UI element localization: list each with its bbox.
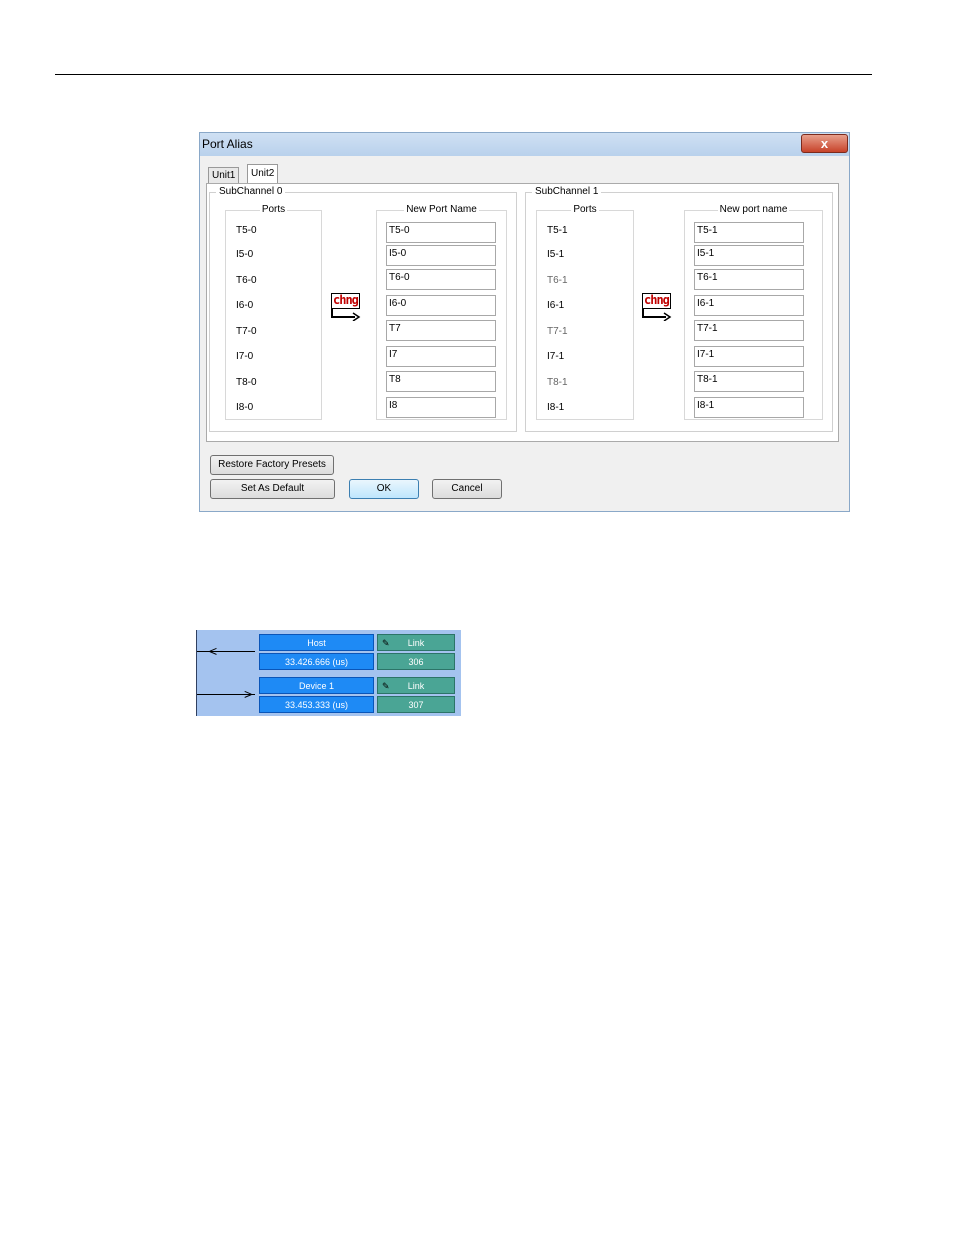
port-name-field[interactable]: T5-1 (694, 222, 804, 243)
close-button[interactable]: x (801, 134, 848, 153)
link-type: Link (407, 681, 425, 691)
port-label: T8-0 (236, 377, 257, 388)
names-list-0: New Port Name T5-0 I5-0 T6-0 I6-0 T7 I7 … (376, 204, 507, 420)
ports-list-0: Ports T5-0 I5-0 T6-0 I6-0 T7-0 I7-0 T8-0… (225, 204, 322, 420)
cancel-button[interactable]: Cancel (432, 479, 502, 499)
port-label: I5-0 (236, 249, 254, 260)
arrow-right-icon (331, 308, 361, 321)
names-list-1: New port name T5-1 I5-1 T6-1 I6-1 T7-1 I… (684, 204, 823, 420)
restore-factory-presets-button[interactable]: Restore Factory Presets (210, 455, 334, 475)
subchannel-0-label: SubChannel 0 (216, 186, 286, 197)
port-label: I7-1 (547, 351, 565, 362)
port-label: T5-1 (547, 225, 568, 236)
set-as-default-button[interactable]: Set As Default (210, 479, 335, 499)
port-name-field[interactable]: T7-1 (694, 320, 804, 341)
dialog-title: Port Alias (202, 137, 253, 151)
port-name-field[interactable]: T8-1 (694, 371, 804, 392)
port-label: T5-0 (236, 225, 257, 236)
subchannel-0-group: SubChannel 0 Ports T5-0 I5-0 T6-0 I6-0 T… (209, 186, 517, 432)
port-name-field[interactable]: I8-1 (694, 397, 804, 418)
port-label: T6-0 (236, 275, 257, 286)
ports-list-1: Ports T5-1 I5-1 T6-1 I6-1 T7-1 I7-1 T8-1… (536, 204, 634, 420)
link-type: Link (407, 638, 425, 648)
ok-button[interactable]: OK (349, 479, 419, 499)
page-top-rule (55, 74, 872, 75)
port-label: T7-0 (236, 326, 257, 337)
port-label: T7-1 (547, 326, 568, 337)
change-button-1[interactable]: chng (642, 293, 676, 323)
tab-unit1[interactable]: Unit1 (208, 167, 240, 183)
port-name-field[interactable]: T8 (386, 371, 496, 392)
device-cell[interactable]: Host (259, 634, 374, 651)
port-label: I6-0 (236, 300, 254, 311)
arrow-right-icon (642, 308, 672, 321)
port-label: I6-1 (547, 300, 565, 311)
port-alias-dialog: Port Alias x Unit1 Unit2 SubChannel 0 Po… (199, 132, 850, 512)
port-label: T8-1 (547, 377, 568, 388)
link-cell[interactable]: ✎ Link (377, 677, 455, 694)
port-label: I8-1 (547, 402, 565, 413)
trace-strip: < > Host 33.426.666 (us) ✎ Link 306 Devi… (196, 630, 461, 716)
arrow-left-icon: < (209, 643, 218, 659)
ports-header-1: Ports (571, 204, 599, 215)
port-name-field[interactable]: I6-0 (386, 295, 496, 316)
subchannel-1-label: SubChannel 1 (532, 186, 602, 197)
port-name-field[interactable]: I8 (386, 397, 496, 418)
subchannel-1-group: SubChannel 1 Ports T5-1 I5-1 T6-1 I6-1 T… (525, 186, 833, 432)
port-name-field[interactable]: I7-1 (694, 346, 804, 367)
port-name-field[interactable]: T5-0 (386, 222, 496, 243)
arrow-right-icon: > (244, 686, 253, 702)
time-cell: 33.426.666 (us) (259, 653, 374, 670)
port-label: I8-0 (236, 402, 254, 413)
pencil-icon: ✎ (382, 638, 390, 648)
ports-header-0: Ports (259, 204, 288, 215)
timeline-line (196, 630, 197, 716)
port-name-field[interactable]: I5-0 (386, 245, 496, 266)
pencil-icon: ✎ (382, 681, 390, 691)
title-bar: Port Alias x (200, 133, 849, 156)
link-count-cell: 306 (377, 653, 455, 670)
link-count-cell: 307 (377, 696, 455, 713)
port-name-field[interactable]: I7 (386, 346, 496, 367)
port-name-field[interactable]: T6-0 (386, 269, 496, 290)
time-cell: 33.453.333 (us) (259, 696, 374, 713)
names-header-1: New port name (717, 204, 790, 215)
tab-unit2[interactable]: Unit2 (247, 164, 279, 184)
link-cell[interactable]: ✎ Link (377, 634, 455, 651)
port-name-field[interactable]: T6-1 (694, 269, 804, 290)
port-label: T6-1 (547, 275, 568, 286)
host-connector (197, 651, 255, 652)
device-cell[interactable]: Device 1 (259, 677, 374, 694)
change-button-0[interactable]: chng (331, 293, 365, 323)
port-name-field[interactable]: T7 (386, 320, 496, 341)
tab-panel: SubChannel 0 Ports T5-0 I5-0 T6-0 I6-0 T… (206, 183, 839, 442)
port-label: I5-1 (547, 249, 565, 260)
port-name-field[interactable]: I5-1 (694, 245, 804, 266)
names-header-0: New Port Name (404, 204, 479, 215)
close-icon: x (820, 136, 829, 151)
port-label: I7-0 (236, 351, 254, 362)
port-name-field[interactable]: I6-1 (694, 295, 804, 316)
